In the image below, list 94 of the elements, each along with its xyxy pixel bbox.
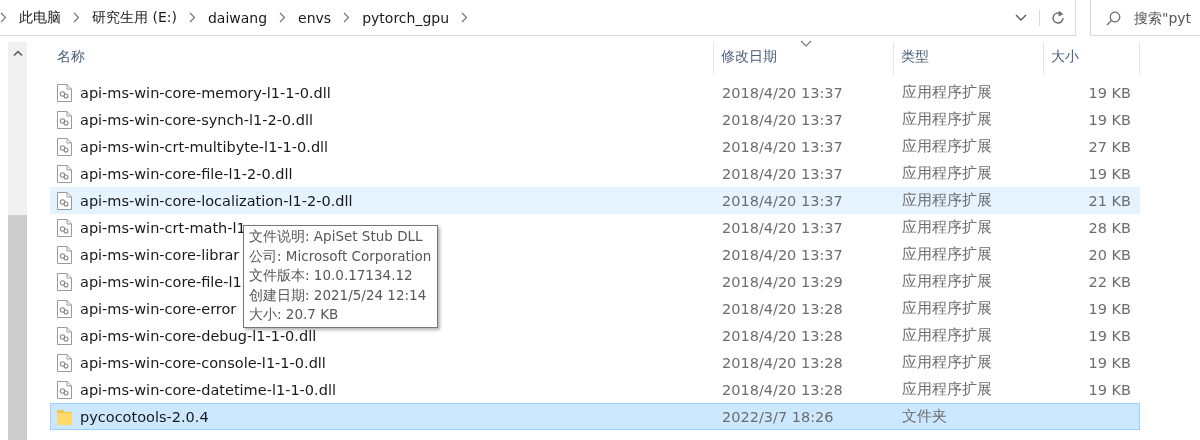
- file-size: 28 KB: [1088, 219, 1131, 236]
- modified-date: 2018/4/20 13:37: [722, 165, 843, 182]
- file-name: api-ms-win-core-synch-l1-2-0.dll: [80, 111, 313, 128]
- file-row[interactable]: api-ms-win-core-localization-l1-2-0.dll 2018/4/20 13:37 应用程序扩展 21 KB: [50, 187, 1140, 214]
- file-type: 应用程序扩展: [902, 246, 992, 262]
- search-field[interactable]: 搜索"pyt: [1090, 0, 1200, 36]
- scrollbar-thumb[interactable]: [8, 215, 27, 440]
- file-type: 应用程序扩展: [902, 219, 992, 235]
- file-size: 19 KB: [1088, 84, 1131, 101]
- file-size: 19 KB: [1088, 111, 1131, 128]
- file-size: 19 KB: [1088, 354, 1131, 371]
- chevron-right-icon: [188, 12, 196, 23]
- chevron-right-icon: [279, 12, 287, 23]
- modified-date: 2018/4/20 13:37: [722, 111, 843, 128]
- dll-file-icon: [57, 191, 72, 210]
- dll-file-icon: [57, 137, 72, 156]
- modified-date: 2018/4/20 13:29: [722, 273, 843, 290]
- tooltip-line: 文件版本: 10.0.17134.12: [249, 266, 414, 286]
- modified-date: 2018/4/20 13:37: [722, 138, 843, 155]
- modified-date: 2018/4/20 13:37: [722, 246, 843, 263]
- file-name: api-ms-win-core-librar: [80, 246, 240, 263]
- file-name: api-ms-win-crt-multibyte-l1-1-0.dll: [80, 138, 329, 155]
- dll-file-icon: [57, 245, 72, 264]
- modified-date: 2018/4/20 13:28: [722, 300, 843, 317]
- breadcrumb-item[interactable]: 此电脑: [19, 8, 61, 27]
- modified-date: 2018/4/20 13:28: [722, 354, 843, 371]
- file-name: api-ms-win-core-file-l1: [80, 273, 242, 290]
- file-size: 27 KB: [1088, 138, 1131, 155]
- modified-date: 2022/3/7 18:26: [722, 408, 834, 425]
- file-name: api-ms-win-core-localization-l1-2-0.dll: [80, 192, 353, 209]
- dll-file-icon: [57, 272, 72, 291]
- dll-file-icon: [57, 380, 72, 399]
- refresh-icon: [1049, 9, 1066, 26]
- column-header[interactable]: 类型: [894, 42, 1044, 75]
- file-size: 21 KB: [1088, 192, 1131, 209]
- scrollbar[interactable]: [8, 42, 27, 440]
- dropdown-icon[interactable]: [1015, 14, 1027, 21]
- file-size: 22 KB: [1088, 273, 1131, 290]
- file-type: 应用程序扩展: [902, 381, 992, 397]
- modified-date: 2018/4/20 13:28: [722, 327, 843, 344]
- tooltip-line: 创建日期: 2021/5/24 12:14: [249, 285, 428, 305]
- file-size: 20 KB: [1088, 246, 1131, 263]
- tooltip-line: 文件说明: ApiSet Stub DLL: [249, 227, 424, 246]
- chevron-right-icon: [73, 12, 80, 23]
- file-size: 19 KB: [1088, 327, 1131, 344]
- dll-file-icon: [57, 83, 72, 102]
- file-type: 应用程序扩展: [902, 300, 992, 316]
- column-header[interactable]: 名称: [50, 42, 714, 75]
- file-size: 19 KB: [1088, 381, 1131, 398]
- tooltip-line: 大小: 20.7 KB: [249, 305, 340, 325]
- breadcrumb-item[interactable]: 研究生用 (E:): [92, 8, 177, 27]
- file-size: 19 KB: [1088, 300, 1131, 317]
- chevron-right-icon: [343, 12, 351, 23]
- chevron-right-icon: [0, 12, 7, 23]
- dll-file-icon: [57, 164, 72, 183]
- modified-date: 2018/4/20 13:37: [722, 192, 843, 209]
- file-name: pycocotools-2.0.4: [80, 408, 209, 425]
- scroll-up-icon[interactable]: [12, 50, 23, 56]
- file-type: 文件夹: [902, 408, 947, 424]
- file-type: 应用程序扩展: [902, 165, 992, 181]
- dll-file-icon: [57, 353, 72, 372]
- dll-file-icon: [57, 218, 72, 237]
- chevron-right-icon: [461, 12, 469, 23]
- breadcrumb-item[interactable]: envs: [298, 9, 332, 26]
- file-type: 应用程序扩展: [902, 354, 992, 370]
- modified-date: 2018/4/20 13:28: [722, 381, 843, 398]
- breadcrumb-item[interactable]: daiwang: [207, 9, 268, 26]
- file-name: api-ms-win-core-debug-l1-1-0.dll: [80, 327, 317, 344]
- folder-icon: [57, 408, 72, 425]
- modified-date: 2018/4/20 13:37: [722, 219, 843, 236]
- address-bar[interactable]: 此电脑 研究生用 (E:) daiwang envs pytorch_gpu: [0, 0, 1076, 36]
- file-type: 应用程序扩展: [902, 327, 992, 343]
- file-row[interactable]: pycocotools-2.0.4 2022/3/7 18:26 文件夹: [50, 403, 1140, 430]
- search-icon: [1106, 11, 1121, 26]
- breadcrumb-item[interactable]: pytorch_gpu: [362, 9, 450, 26]
- file-type: 应用程序扩展: [902, 273, 992, 289]
- file-type: 应用程序扩展: [902, 192, 992, 208]
- file-type: 应用程序扩展: [902, 84, 992, 100]
- file-name: api-ms-win-core-console-l1-1-0.dll: [80, 354, 326, 371]
- file-name: api-ms-win-core-error: [80, 300, 237, 317]
- dll-file-icon: [57, 299, 72, 318]
- file-type: 应用程序扩展: [902, 138, 992, 154]
- modified-date: 2018/4/20 13:37: [722, 84, 843, 101]
- file-name: api-ms-win-core-datetime-l1-1-0.dll: [80, 381, 336, 398]
- column-header[interactable]: 修改日期: [714, 42, 894, 75]
- file-type: 应用程序扩展: [902, 111, 992, 127]
- dll-file-icon: [57, 326, 72, 345]
- file-name: api-ms-win-core-file-l1-2-0.dll: [80, 165, 293, 182]
- dll-file-icon: [57, 110, 72, 129]
- file-name: api-ms-win-core-memory-l1-1-0.dll: [80, 84, 331, 101]
- file-name: api-ms-win-crt-math-l1: [80, 219, 246, 236]
- column-header[interactable]: 大小: [1044, 42, 1140, 75]
- file-size: 19 KB: [1088, 165, 1131, 182]
- tooltip-line: 公司: Microsoft Corporation: [249, 246, 432, 266]
